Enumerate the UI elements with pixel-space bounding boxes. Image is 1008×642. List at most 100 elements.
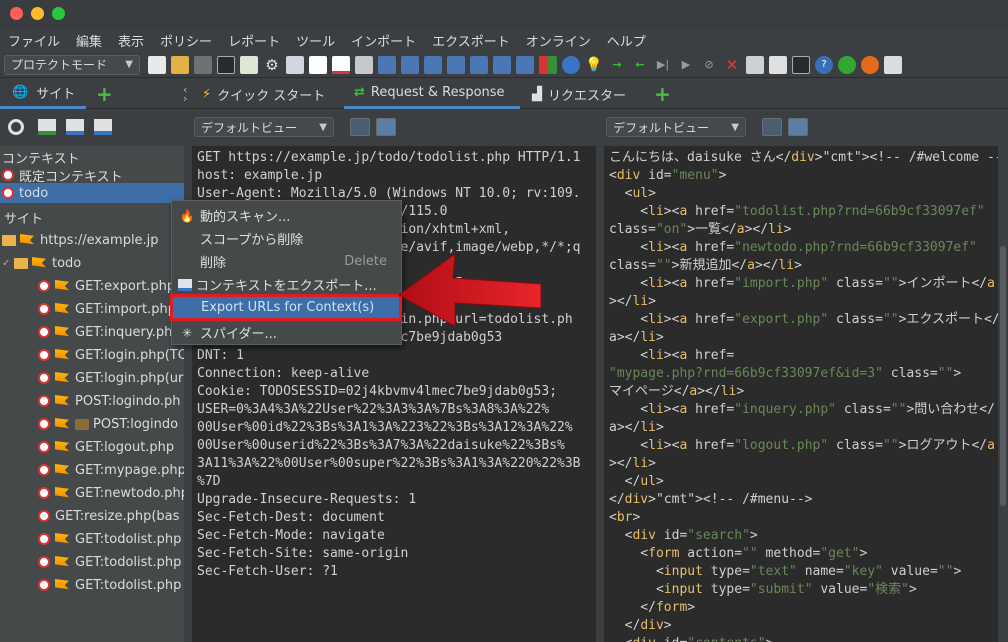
stop-icon[interactable]: ⊘ <box>700 56 718 74</box>
request-line: Upgrade-Insecure-Requests: 1 <box>197 492 417 507</box>
options-icon[interactable] <box>286 55 304 74</box>
new-context-icon[interactable] <box>38 119 56 135</box>
menu-import[interactable]: インポート <box>351 31 416 50</box>
menu-policy[interactable]: ポリシー <box>160 31 212 50</box>
layout-req-resp-icon[interactable] <box>447 55 465 74</box>
tree-node[interactable]: GET:newtodo.php <box>0 482 184 504</box>
tree-node[interactable]: GET:logout.php <box>0 436 174 458</box>
tree-node[interactable]: GET:todolist.php <box>0 528 181 550</box>
refresh-icon[interactable] <box>562 55 580 74</box>
keyboard-icon[interactable] <box>746 55 764 74</box>
request-layout-combined-icon[interactable] <box>376 118 396 136</box>
response-scrollbar-thumb[interactable] <box>1000 246 1006 506</box>
folder-node[interactable]: ✓ todo <box>0 252 81 274</box>
response-scrollbar[interactable] <box>998 146 1008 642</box>
menu-export[interactable]: エクスポート <box>432 31 510 50</box>
expand-icon[interactable]: ✓ <box>2 258 14 269</box>
close-window-button[interactable] <box>10 7 23 20</box>
tree-node[interactable]: GET:login.php(ur <box>0 367 183 389</box>
middle-splitter[interactable] <box>596 146 604 642</box>
minimize-window-button[interactable] <box>31 7 44 20</box>
drop-icon[interactable]: ✕ <box>723 56 741 74</box>
layout-tabs-icon[interactable] <box>424 55 442 74</box>
export-context-icon[interactable] <box>94 119 112 135</box>
tab-requester[interactable]: ▟ リクエスター <box>532 79 626 109</box>
add-site-tab-button[interactable]: + <box>96 79 113 109</box>
response-view-select[interactable]: デフォルトビュー ▼ <box>606 117 746 137</box>
session-properties-icon[interactable] <box>240 55 258 74</box>
menu-online[interactable]: オンライン <box>526 31 591 50</box>
tree-node[interactable]: GET:todolist.php <box>0 574 181 596</box>
flag-icon <box>55 487 69 498</box>
folder-label: todo <box>52 255 82 271</box>
menu-file[interactable]: ファイル <box>8 31 60 50</box>
hide-tab-icon[interactable] <box>332 55 350 74</box>
menu-item-remove-scope[interactable]: スコープから削除 <box>172 227 401 250</box>
menu-item-export-urls[interactable]: Export URLs for Context(s) <box>170 294 402 321</box>
tree-node[interactable]: GET:export.php <box>0 275 175 297</box>
tree-node[interactable]: GET:todolist.php <box>0 551 181 573</box>
menu-report[interactable]: レポート <box>228 31 280 50</box>
mode-select[interactable]: プロテクトモード ▼ <box>4 54 140 75</box>
import-context-icon[interactable] <box>66 119 84 135</box>
layout-side-icon[interactable] <box>470 55 488 74</box>
gear-icon[interactable]: ⚙ <box>263 56 281 74</box>
menu-item-export-context[interactable]: コンテキストをエクスポート... <box>172 273 401 296</box>
response-layout-combined-icon[interactable] <box>788 118 808 136</box>
add-tab-button[interactable]: + <box>654 79 671 109</box>
firefox-icon[interactable] <box>861 55 879 74</box>
request-layout-split-icon[interactable] <box>350 118 370 136</box>
tree-node[interactable]: GET:import.php <box>0 298 176 320</box>
menu-tools[interactable]: ツール <box>296 31 335 50</box>
save-icon[interactable] <box>884 55 902 74</box>
tab-sites[interactable]: 🌐 サイト <box>0 79 86 109</box>
tree-node[interactable]: GET:inquery.php <box>0 321 181 343</box>
open-session-icon[interactable] <box>171 55 189 74</box>
response-line: "mypage.php?rnd=66b9cf33097ef&id=3" clas… <box>609 366 962 381</box>
lightbulb-icon[interactable]: 💡 <box>585 56 603 74</box>
encode-icon[interactable] <box>769 55 787 74</box>
save-session-icon[interactable] <box>194 55 212 74</box>
play-icon[interactable]: ▶ <box>677 56 695 74</box>
layout-full-icon[interactable] <box>355 55 373 74</box>
menu-item-delete[interactable]: 削除 Delete <box>172 250 401 273</box>
response-layout-split-icon[interactable] <box>762 118 782 136</box>
menu-help[interactable]: ヘルプ <box>607 31 646 50</box>
target-icon[interactable] <box>8 119 24 135</box>
menu-item-spider[interactable]: ✳ スパイダー... <box>172 321 401 344</box>
tree-node[interactable]: GET:resize.php(bas <box>0 505 179 527</box>
tree-node[interactable]: POST:logindo.ph <box>0 390 181 412</box>
layout-combined-icon[interactable] <box>493 55 511 74</box>
layout-split-h-icon[interactable] <box>378 55 396 74</box>
menu-edit[interactable]: 編集 <box>76 31 102 50</box>
help-icon[interactable]: ? <box>815 55 833 74</box>
response-line: <input type="submit" value="検索"> <box>609 582 917 597</box>
arrow-right-icon[interactable]: → <box>608 56 626 74</box>
layout-split-v-icon[interactable] <box>401 55 419 74</box>
tree-node[interactable]: GET:mypage.php <box>0 459 184 481</box>
menu-view[interactable]: 表示 <box>118 31 144 50</box>
new-session-icon[interactable] <box>148 55 166 74</box>
tree-node-label: GET:todolist.php <box>75 531 182 547</box>
tab-request-response[interactable]: ⇄ Request & Response <box>344 79 520 109</box>
request-view-select[interactable]: デフォルトビュー ▼ <box>194 117 334 137</box>
console-icon[interactable] <box>792 55 810 74</box>
tree-node[interactable]: POST:logindo <box>0 413 178 435</box>
hud-icon[interactable] <box>838 55 856 74</box>
response-panel[interactable]: こんにちは、daisuke さん</div>"cmt"><!-- /#welco… <box>604 146 998 642</box>
layout-body-icon[interactable] <box>516 55 534 74</box>
site-node[interactable]: https://example.jp <box>0 229 159 251</box>
todo-context-node[interactable]: todo <box>0 183 184 203</box>
step-icon[interactable]: ▶| <box>654 56 672 74</box>
zoom-window-button[interactable] <box>52 7 65 20</box>
scan-policy-icon[interactable] <box>539 55 557 74</box>
show-tab-icon[interactable] <box>309 55 327 74</box>
tree-node[interactable]: GET:login.php(TO <box>0 344 184 366</box>
snapshot-icon[interactable] <box>217 55 235 74</box>
tab-scroll-icon[interactable]: ‹ › <box>183 79 187 109</box>
tab-quick-start[interactable]: ⚡ クイック スタート <box>202 79 325 109</box>
arrow-left-icon[interactable]: ← <box>631 56 649 74</box>
sites-node[interactable]: サイト <box>0 206 43 228</box>
tab-request-response-label: Request & Response <box>370 85 505 100</box>
menu-item-active-scan[interactable]: 🔥 動的スキャン... <box>172 204 401 227</box>
